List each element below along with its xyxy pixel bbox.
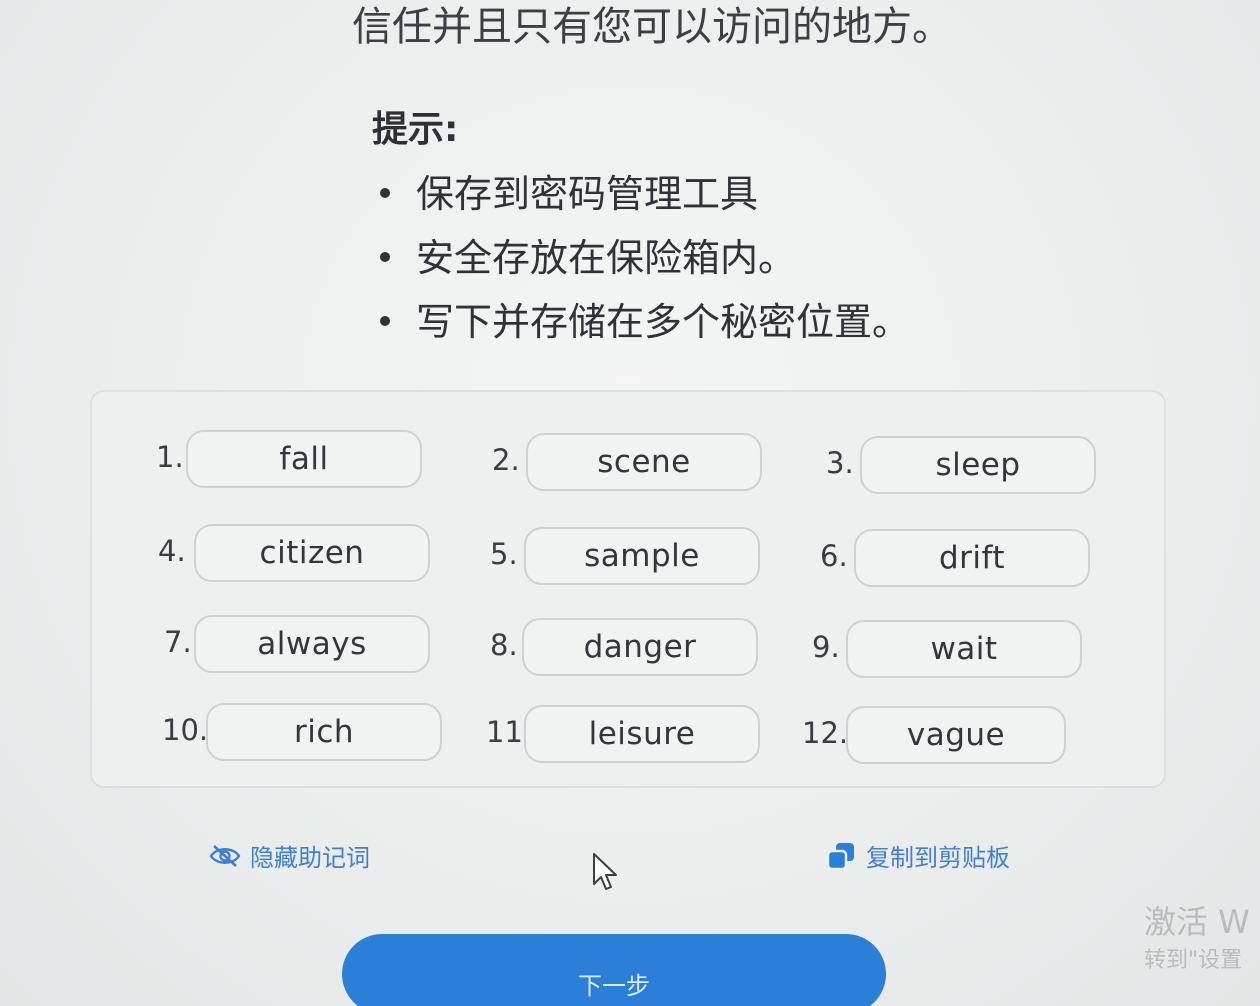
word-field[interactable]: wait [846,620,1082,678]
hide-phrase-label: 隐藏助记词 [250,844,370,872]
word-number: 12. [802,716,849,750]
bullet-icon [380,316,390,326]
word-number: 6. [820,539,848,573]
os-activation-watermark: 激活 W 转到"设置 [1144,902,1250,976]
word-field[interactable]: rich [206,703,442,761]
word-field[interactable]: sample [524,527,760,585]
word-field[interactable]: danger [522,618,758,676]
mouse-cursor-icon [593,853,617,890]
secret-recovery-phrase-screen: 信任并且只有您可以访问的地方。 提示: 保存到密码管理工具 安全存放在保险箱内。… [0,0,1260,1006]
tip-item: 写下并存储在多个秘密位置。 [372,294,910,358]
word-field[interactable]: drift [854,529,1090,587]
word-number: 3. [826,446,854,480]
word-number: 2. [492,443,520,477]
word-field[interactable]: leisure [524,705,760,763]
tip-item: 保存到密码管理工具 [372,166,910,230]
word-number: 8. [490,628,518,662]
word-field[interactable]: citizen [194,524,430,582]
word-number: 4. [158,534,186,568]
tip-text: 写下并存储在多个秘密位置。 [416,300,911,344]
word-number: 10. [162,713,209,747]
word-number: 1. [156,440,184,474]
hide-phrase-link[interactable]: 隐藏助记词 [208,838,370,873]
word-field[interactable]: vague [846,706,1066,764]
bullet-icon [380,188,390,198]
eye-slash-icon [209,844,241,867]
word-number: 7. [164,625,192,659]
tip-text: 保存到密码管理工具 [416,172,759,216]
copy-to-clipboard-label: 复制到剪贴板 [866,844,1010,872]
word-field[interactable]: always [194,615,430,673]
copy-icon [826,842,854,870]
recovery-phrase-card: 1. fall 2. scene 3. sleep 4. citizen 5. … [90,390,1166,788]
word-number: 9. [812,630,840,664]
tip-text: 安全存放在保险箱内。 [416,236,797,280]
word-number: 5. [490,537,518,571]
copy-to-clipboard-link[interactable]: 复制到剪贴板 [826,838,1010,873]
next-button[interactable]: 下一步 [342,934,886,1006]
watermark-title: 激活 W [1144,903,1250,941]
tips-heading: 提示: [372,109,459,150]
tips-list: 保存到密码管理工具 安全存放在保险箱内。 写下并存储在多个秘密位置。 [372,166,910,358]
word-field[interactable]: sleep [860,436,1096,494]
watermark-subtitle: 转到"设置 [1144,948,1243,973]
bullet-icon [380,252,390,262]
tip-item: 安全存放在保险箱内。 [372,230,910,294]
word-field[interactable]: fall [186,430,422,488]
word-field[interactable]: scene [526,433,762,491]
intro-text: 信任并且只有您可以访问的地方。 [352,4,952,50]
